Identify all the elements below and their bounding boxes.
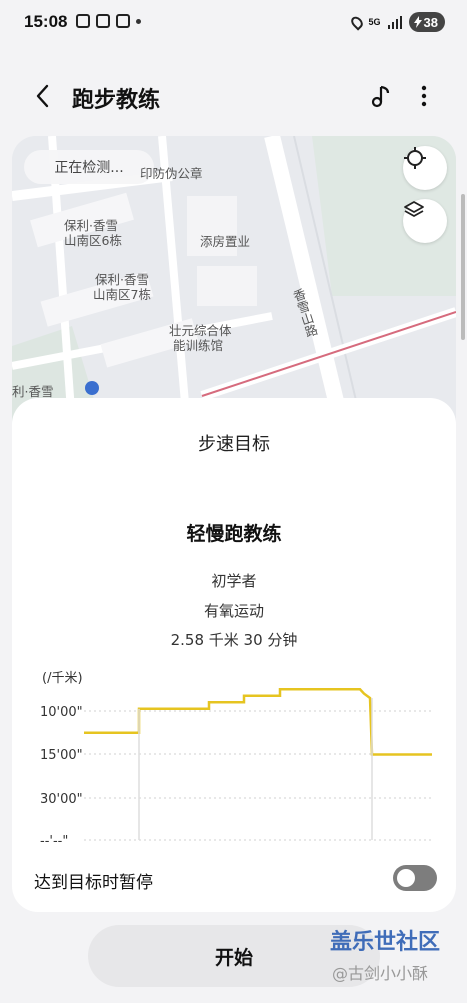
card-heading: 步速目标	[198, 434, 270, 455]
battery-level: 38	[423, 14, 438, 30]
camera-icon	[96, 14, 110, 28]
map-label: 保利·香雪	[95, 272, 149, 287]
map-label: 能训练馆	[173, 338, 224, 353]
pause-label: 达到目标时暂停	[34, 873, 153, 893]
status-bar: 15:08 5G 38	[0, 0, 467, 46]
scan-icon	[116, 14, 130, 28]
pace-line	[84, 688, 432, 756]
crosshair-icon	[404, 147, 426, 169]
charging-icon	[413, 16, 422, 28]
y-tick-label: 10'00"	[40, 705, 83, 720]
y-tick-label: 15'00"	[40, 748, 83, 763]
network-type: 5G	[368, 16, 381, 27]
locate-button[interactable]	[403, 146, 447, 190]
battery-indicator: 38	[408, 12, 445, 32]
notification-icons	[76, 14, 141, 28]
signal-icon	[387, 15, 402, 29]
detecting-status: 正在检测...	[24, 150, 154, 184]
pace-chart: (/千米) 10'00" 15'00" 30'00" --'--"	[40, 671, 432, 849]
back-icon[interactable]	[30, 82, 58, 110]
map-label: 添房置业	[200, 234, 251, 249]
location-icon	[348, 13, 365, 31]
map-label: 山南区7栋	[93, 287, 151, 302]
pace-goal-card: 步速目标 轻慢跑教练 初学者 有氧运动 2.58 千米 30 分钟 (/千米) 1…	[12, 398, 456, 912]
more-notifications-icon	[136, 19, 141, 24]
map-label: 保利·香雪	[64, 218, 118, 233]
y-tick-label: 30'00"	[40, 792, 83, 807]
y-axis-label: (/千米)	[42, 671, 83, 686]
mode-label: 有氧运动	[203, 602, 264, 620]
watermark-title: 盖乐世社区	[330, 930, 441, 955]
map-layers-button[interactable]	[403, 199, 447, 243]
more-options-icon[interactable]	[410, 82, 438, 110]
watermark-author: @古剑小小酥	[332, 964, 429, 983]
y-tick-label: --'--"	[40, 834, 68, 849]
toggle-knob	[397, 869, 415, 887]
summary-label: 2.58 千米 30 分钟	[170, 631, 298, 649]
map-label: 利·香雪	[12, 384, 54, 399]
coach-name: 轻慢跑教练	[186, 523, 282, 545]
music-note-icon[interactable]	[366, 82, 394, 110]
pause-toggle[interactable]	[393, 865, 437, 891]
level-label: 初学者	[211, 572, 257, 590]
screenshot-icon	[76, 14, 90, 28]
map-label: 印防伪公章	[140, 166, 203, 181]
app-bar: 跑步教练	[0, 72, 467, 124]
layers-icon	[404, 201, 424, 217]
scrollbar[interactable]	[461, 194, 465, 340]
page-title: 跑步教练	[72, 88, 161, 113]
map-label: 壮元综合体	[169, 323, 232, 338]
map-label: 山南区6栋	[64, 233, 122, 248]
route-map[interactable]: 正在检测... 印防伪公章 保利·香雪 山南区6栋 添房置业 保利·香雪 山南区…	[12, 136, 456, 426]
status-time: 15:08	[24, 12, 68, 31]
system-icons: 5G 38	[348, 12, 445, 32]
